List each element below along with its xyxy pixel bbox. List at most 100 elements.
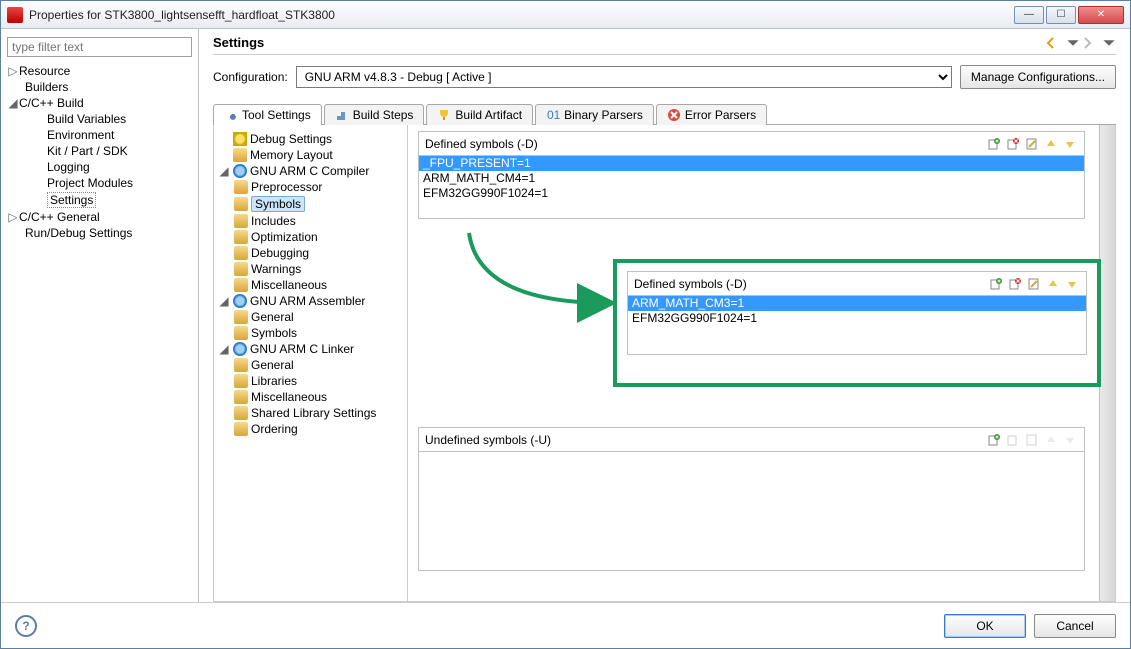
move-up-icon[interactable] (1043, 432, 1059, 448)
tree-lnk-libraries[interactable]: Libraries (251, 374, 297, 388)
move-down-icon[interactable] (1064, 276, 1080, 292)
binary-icon: 010 (546, 108, 560, 122)
nav-rundebug[interactable]: Run/Debug Settings (25, 226, 132, 240)
nav-resource[interactable]: Resource (19, 64, 70, 78)
manage-configurations-button[interactable]: Manage Configurations... (960, 65, 1116, 89)
svg-text:010: 010 (547, 108, 560, 122)
list-item[interactable]: _FPU_PRESENT=1 (419, 156, 1084, 171)
page-menu-icon[interactable] (1102, 36, 1116, 50)
undefined-symbols-list[interactable] (418, 451, 1085, 571)
folder-icon (234, 262, 248, 276)
tree-memory-layout[interactable]: Memory Layout (250, 148, 333, 162)
edit-icon[interactable] (1024, 432, 1040, 448)
linker-icon (233, 342, 247, 356)
nav-logging[interactable]: Logging (47, 160, 90, 174)
tree-preprocessor[interactable]: Preprocessor (251, 180, 322, 194)
list-item[interactable]: ARM_MATH_CM3=1 (628, 296, 1086, 311)
configuration-label: Configuration: (213, 70, 288, 84)
list-item[interactable]: ARM_MATH_CM4=1 (419, 171, 1084, 186)
category-tree-pane: ▷Resource Builders ◢C/C++ Build Build Va… (1, 29, 199, 602)
steps-icon (335, 108, 349, 122)
tree-miscellaneous[interactable]: Miscellaneous (251, 278, 327, 292)
dialog-footer: ? OK Cancel (1, 602, 1130, 648)
add-icon[interactable] (986, 136, 1002, 152)
tree-lnk-shared[interactable]: Shared Library Settings (251, 406, 376, 420)
page-title: Settings (213, 35, 1044, 50)
tab-error-parsers[interactable]: Error Parsers (656, 104, 767, 125)
maximize-button[interactable]: ☐ (1046, 6, 1076, 24)
nav-buildvars[interactable]: Build Variables (47, 112, 126, 126)
list-item[interactable]: EFM32GG990F1024=1 (628, 311, 1086, 326)
tab-bar: Tool Settings Build Steps Build Artifact… (213, 103, 1116, 125)
tab-tool-settings[interactable]: Tool Settings (213, 104, 322, 125)
nav-projectmodules[interactable]: Project Modules (47, 176, 133, 190)
tree-debug-settings[interactable]: Debug Settings (250, 132, 332, 146)
ok-button[interactable]: OK (944, 614, 1026, 638)
error-icon (667, 108, 681, 122)
help-icon[interactable]: ? (15, 615, 37, 637)
edit-icon[interactable] (1024, 136, 1040, 152)
folder-icon (234, 246, 248, 260)
nav-environment[interactable]: Environment (47, 128, 114, 142)
close-button[interactable]: ✕ (1078, 6, 1124, 24)
add-icon[interactable] (988, 276, 1004, 292)
tree-asm-symbols[interactable]: Symbols (251, 326, 297, 340)
forward-icon[interactable] (1080, 36, 1094, 50)
minimize-button[interactable]: — (1014, 6, 1044, 24)
configuration-select[interactable]: GNU ARM v4.8.3 - Debug [ Active ] (296, 66, 952, 88)
defined-symbols-list-after[interactable]: ARM_MATH_CM3=1 EFM32GG990F1024=1 (627, 295, 1087, 355)
folder-icon (234, 406, 248, 420)
tree-includes[interactable]: Includes (251, 214, 296, 228)
delete-icon[interactable] (1005, 136, 1021, 152)
tab-build-steps[interactable]: Build Steps (324, 104, 425, 125)
edit-icon[interactable] (1026, 276, 1042, 292)
tree-lnk-ordering[interactable]: Ordering (251, 422, 298, 436)
delete-icon[interactable] (1007, 276, 1023, 292)
delete-icon[interactable] (1005, 432, 1021, 448)
folder-icon (234, 310, 248, 324)
nav-settings[interactable]: Settings (47, 192, 96, 208)
folder-icon (234, 230, 248, 244)
folder-icon (234, 180, 248, 194)
scrollbar[interactable] (1099, 125, 1115, 601)
tool-settings-tree[interactable]: Debug Settings Memory Layout ◢GNU ARM C … (214, 125, 408, 601)
tree-linker[interactable]: GNU ARM C Linker (250, 342, 354, 356)
tab-build-artifact[interactable]: Build Artifact (426, 104, 533, 125)
title-bar[interactable]: Properties for STK3800_lightsensefft_har… (1, 1, 1130, 29)
move-up-icon[interactable] (1043, 136, 1059, 152)
properties-dialog: Properties for STK3800_lightsensefft_har… (0, 0, 1131, 649)
move-down-icon[interactable] (1062, 432, 1078, 448)
list-item[interactable]: EFM32GG990F1024=1 (419, 186, 1084, 201)
trophy-icon (437, 108, 451, 122)
tree-warnings[interactable]: Warnings (251, 262, 301, 276)
tree-lnk-general[interactable]: General (251, 358, 294, 372)
tab-binary-parsers[interactable]: 010 Binary Parsers (535, 104, 654, 125)
nav-kitpartsdk[interactable]: Kit / Part / SDK (47, 144, 128, 158)
back-menu-icon[interactable] (1066, 36, 1080, 50)
window-title: Properties for STK3800_lightsensefft_har… (29, 8, 1014, 22)
tab-label: Tool Settings (242, 108, 311, 122)
nav-ccgeneral[interactable]: C/C++ General (19, 210, 100, 224)
move-up-icon[interactable] (1045, 276, 1061, 292)
tab-label: Binary Parsers (564, 108, 643, 122)
defined-symbols-list[interactable]: _FPU_PRESENT=1 ARM_MATH_CM4=1 EFM32GG990… (418, 155, 1085, 219)
category-tree[interactable]: ▷Resource Builders ◢C/C++ Build Build Va… (7, 63, 192, 241)
tree-lnk-misc[interactable]: Miscellaneous (251, 390, 327, 404)
tree-asm-general[interactable]: General (251, 310, 294, 324)
compiler-icon (233, 164, 247, 178)
cancel-button[interactable]: Cancel (1034, 614, 1116, 638)
folder-icon (234, 197, 248, 211)
tree-assembler[interactable]: GNU ARM Assembler (250, 294, 365, 308)
nav-builders[interactable]: Builders (25, 80, 68, 94)
tree-debugging[interactable]: Debugging (251, 246, 309, 260)
tree-c-compiler[interactable]: GNU ARM C Compiler (250, 164, 369, 178)
tree-symbols[interactable]: Symbols (251, 196, 305, 212)
tree-optimization[interactable]: Optimization (251, 230, 318, 244)
add-icon[interactable] (986, 432, 1002, 448)
filter-input[interactable] (7, 37, 192, 57)
folder-icon (234, 358, 248, 372)
back-icon[interactable] (1044, 36, 1058, 50)
move-down-icon[interactable] (1062, 136, 1078, 152)
nav-ccbuild[interactable]: C/C++ Build (19, 96, 84, 110)
undefined-symbols-header: Undefined symbols (-U) (418, 427, 1085, 451)
